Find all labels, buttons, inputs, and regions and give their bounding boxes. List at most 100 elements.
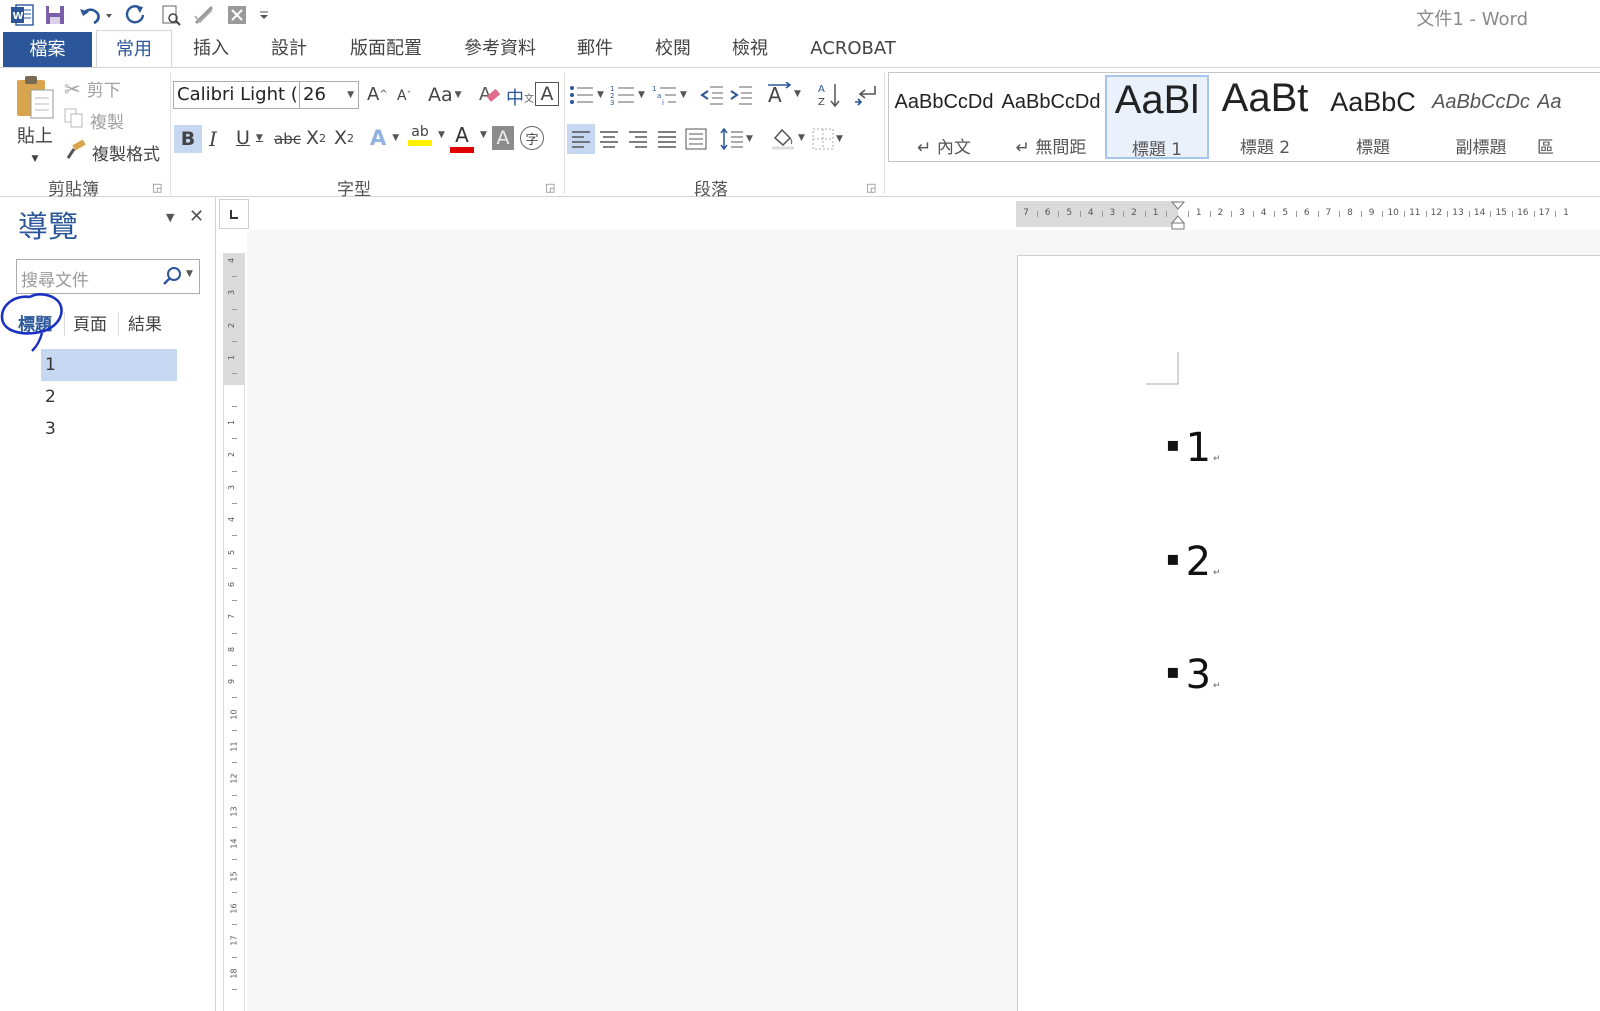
numbering-button[interactable]: 123 ▼ xyxy=(610,84,645,106)
paragraph-launcher-icon[interactable]: ◲ xyxy=(866,181,876,194)
word-logo-icon[interactable]: W xyxy=(8,3,36,27)
font-launcher-icon[interactable]: ◲ xyxy=(545,181,555,194)
paste-dropdown-icon[interactable]: ▼ xyxy=(32,154,39,164)
grow-font-icon[interactable]: A ^ xyxy=(367,84,388,105)
tab-layout[interactable]: 版面配置 xyxy=(338,30,434,68)
highlight-dropdown-icon[interactable]: ▼ xyxy=(436,130,445,140)
clear-format-icon[interactable]: A xyxy=(478,82,502,106)
search-document-input[interactable]: 搜尋文件 ▼ xyxy=(16,259,200,294)
copy-button[interactable]: 複製 xyxy=(64,108,124,133)
style-heading-1[interactable]: AaBl 標題 1 xyxy=(1105,75,1209,159)
tab-references[interactable]: 參考資料 xyxy=(452,30,548,68)
character-border-button[interactable]: A xyxy=(535,82,559,106)
tab-acrobat[interactable]: ACROBAT xyxy=(804,30,902,68)
numbering-dropdown-icon[interactable]: ▼ xyxy=(638,90,645,100)
borders-dropdown-icon[interactable]: ▼ xyxy=(836,134,843,144)
change-case-button[interactable]: Aa ▼ xyxy=(428,84,462,106)
close-file-icon[interactable] xyxy=(226,3,248,27)
tab-results[interactable]: 結果 xyxy=(128,310,162,335)
align-left-button[interactable] xyxy=(567,124,595,154)
style-title[interactable]: AaBbC 標題 xyxy=(1321,75,1425,159)
bullets-button[interactable]: ▼ xyxy=(569,84,604,106)
multilevel-list-dropdown-icon[interactable]: ▼ xyxy=(680,90,687,100)
borders-button[interactable]: ▼ xyxy=(812,128,843,150)
tab-pages[interactable]: 頁面 xyxy=(73,310,107,335)
tab-insert[interactable]: 插入 xyxy=(182,30,240,68)
font-color-dropdown-icon[interactable]: ▼ xyxy=(478,130,487,140)
close-icon[interactable]: ✕ xyxy=(189,206,204,227)
justify-icon[interactable] xyxy=(657,130,677,148)
italic-button[interactable]: I xyxy=(209,127,217,151)
svg-text:Z: Z xyxy=(818,97,825,108)
text-effect-dropdown-icon[interactable]: ▼ xyxy=(392,133,399,143)
nav-heading-item[interactable]: 3 xyxy=(41,413,177,445)
highlight-button[interactable]: ab xyxy=(408,124,432,146)
decrease-indent-icon[interactable] xyxy=(700,84,724,106)
style-heading-2[interactable]: AaBt 標題 2 xyxy=(1213,75,1317,159)
save-icon[interactable] xyxy=(42,3,68,27)
style-no-spacing[interactable]: AaBbCcDd ↵ 無間距 xyxy=(999,75,1103,159)
indent-marker-icon[interactable] xyxy=(1170,201,1186,231)
tab-review[interactable]: 校閱 xyxy=(644,30,702,68)
underline-button[interactable]: U ▼ xyxy=(236,127,263,149)
multilevel-list-button[interactable]: 1ai ▼ xyxy=(652,84,687,106)
character-shading-button[interactable]: A xyxy=(492,126,514,150)
shading-dropdown-icon[interactable]: ▼ xyxy=(798,133,805,143)
nav-options-dropdown-icon[interactable]: ▼ xyxy=(166,211,174,224)
show-hide-marks-icon[interactable] xyxy=(853,84,877,106)
vertical-ruler[interactable]: 4 3 2 1 1 2 3 4 5 6 7 8 9 10 11 12 13 14 15 16 17 18 xyxy=(223,253,245,1011)
clipboard-launcher-icon[interactable]: ◲ xyxy=(152,181,162,194)
superscript-button[interactable]: X2 xyxy=(334,127,354,149)
phonetic-guide-button[interactable]: 中文 xyxy=(506,84,534,110)
document-heading[interactable]: ▪ 2 ↵ xyxy=(1166,539,1221,585)
tab-view[interactable]: 檢視 xyxy=(721,30,779,68)
sort-icon[interactable]: AZ xyxy=(818,82,842,108)
subscript-button[interactable]: X2 xyxy=(306,127,326,149)
shading-button[interactable]: ▼ xyxy=(770,126,805,150)
tab-file[interactable]: 檔案 xyxy=(3,32,92,68)
cut-button[interactable]: ✂ 剪下 xyxy=(64,76,121,102)
text-direction-dropdown-icon[interactable]: ▼ xyxy=(794,89,801,99)
align-center-icon[interactable] xyxy=(599,130,619,148)
font-size-combobox[interactable]: 26 ▼ xyxy=(299,81,359,109)
enclose-characters-button[interactable]: 字 xyxy=(520,126,544,150)
line-spacing-button[interactable]: ▼ xyxy=(720,128,753,150)
customize-qat-icon[interactable] xyxy=(256,3,272,27)
tab-design[interactable]: 設計 xyxy=(260,30,318,68)
style-normal[interactable]: AaBbCcDd ↵ 內文 xyxy=(892,75,996,159)
text-direction-button[interactable]: A ▼ xyxy=(766,82,801,106)
align-right-icon[interactable] xyxy=(628,130,648,148)
style-more[interactable]: Aa 區 xyxy=(1537,75,1600,159)
change-case-dropdown-icon[interactable]: ▼ xyxy=(455,90,462,100)
horizontal-ruler[interactable]: 7 6 5 4 3 2 1 1 2 3 4 5 6 7 8 9 10 11 12 13 14 15 16 17 1 xyxy=(1016,201,1600,230)
text-effect-button[interactable]: A ▼ xyxy=(370,126,399,150)
font-color-button[interactable]: A xyxy=(450,123,474,153)
format-painter-button[interactable]: 複製格式 xyxy=(64,139,160,165)
paste-button[interactable]: 貼上 ▼ xyxy=(12,74,58,164)
nav-heading-item[interactable]: 1 xyxy=(41,349,177,381)
search-icon[interactable] xyxy=(161,265,183,291)
redo-icon[interactable] xyxy=(122,3,148,27)
bold-button[interactable]: B xyxy=(174,125,202,153)
print-preview-icon[interactable] xyxy=(158,3,184,27)
document-heading[interactable]: ▪ 3 ↵ xyxy=(1166,652,1221,698)
font-name-combobox[interactable]: Calibri Light ( xyxy=(173,81,301,109)
tab-selector-button[interactable] xyxy=(219,199,249,229)
font-size-dropdown-icon[interactable]: ▼ xyxy=(347,82,354,108)
strikethrough-button[interactable]: abc xyxy=(274,130,301,148)
search-dropdown-icon[interactable]: ▼ xyxy=(186,269,193,279)
tab-home[interactable]: 常用 xyxy=(96,30,172,69)
spelling-icon[interactable] xyxy=(190,3,218,27)
shrink-font-icon[interactable]: Aˇ xyxy=(397,88,411,104)
distributed-icon[interactable] xyxy=(685,128,707,150)
line-spacing-dropdown-icon[interactable]: ▼ xyxy=(746,134,753,144)
nav-heading-item[interactable]: 2 xyxy=(41,381,177,413)
document-page[interactable] xyxy=(1017,255,1600,1011)
document-heading[interactable]: ▪ 1 ↵ xyxy=(1166,425,1221,471)
underline-dropdown-icon[interactable]: ▼ xyxy=(256,133,263,143)
tab-mailings[interactable]: 郵件 xyxy=(566,30,624,68)
style-subtitle[interactable]: AaBbCcDc 副標題 xyxy=(1429,75,1533,159)
increase-indent-icon[interactable] xyxy=(729,84,753,106)
undo-icon[interactable] xyxy=(76,3,116,27)
bullets-dropdown-icon[interactable]: ▼ xyxy=(597,90,604,100)
